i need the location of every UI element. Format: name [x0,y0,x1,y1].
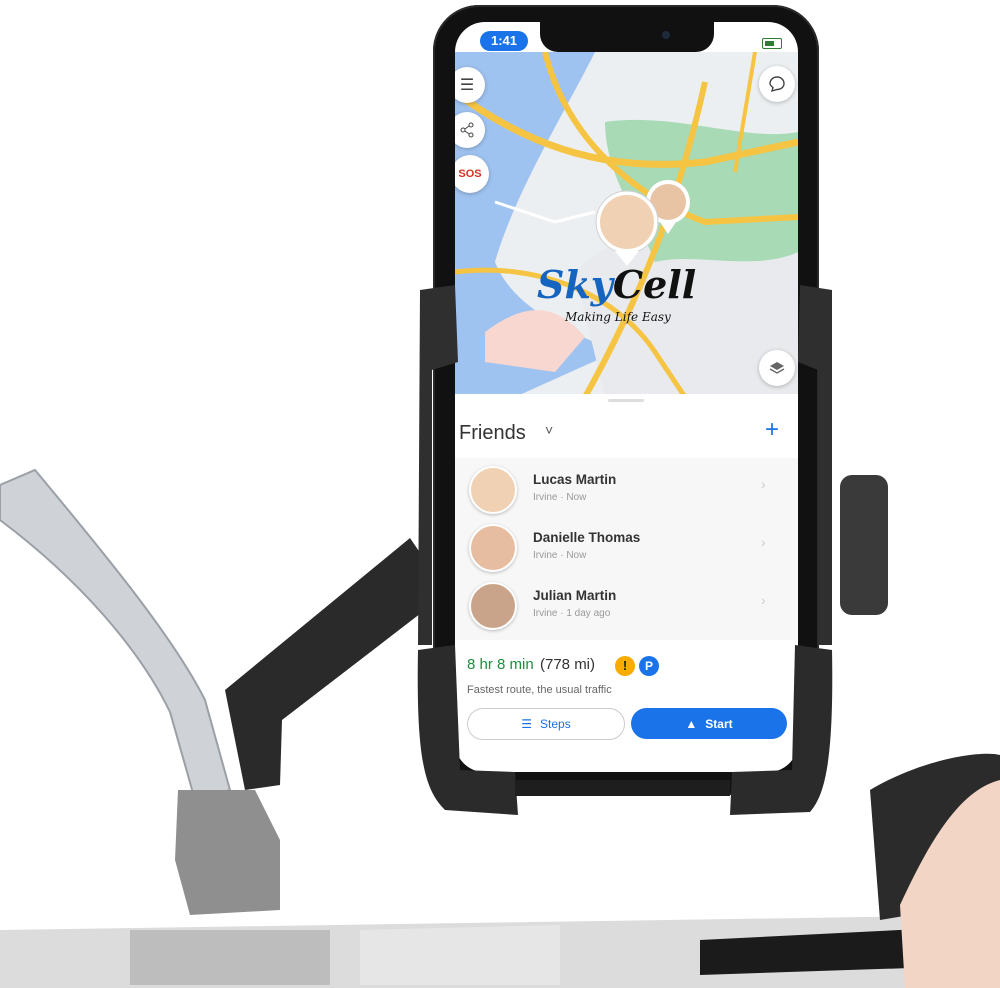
avatar [469,466,517,514]
avatar [469,582,517,630]
clamp-block [130,930,330,985]
friend-name: Danielle Thomas [533,530,641,545]
route-description: Fastest route, the usual traffic [467,684,612,696]
route-distance: (778 mi) [540,656,596,673]
share-icon [460,122,474,138]
layers-icon [769,362,785,374]
sos-label: SOS [458,168,482,180]
brand-tagline: Making Life Easy [565,310,671,324]
friend-detail: Irvine · Now [533,550,587,561]
mount-arm [225,538,425,790]
chevron-down-icon[interactable]: ˅ [545,422,553,438]
chevron-right-icon: › [761,592,766,608]
phone-screen: ☰ SOS SkyCell Making Life Easy Friends ˅… [455,22,798,772]
layers-button[interactable] [759,350,795,386]
steps-button[interactable]: ☰ Steps [467,708,625,740]
brand-logo: SkyCell [537,262,696,307]
mirror-stem [0,468,232,802]
avatar [469,524,517,572]
list-item[interactable]: Julian Martin Irvine · 1 day ago › [455,574,798,632]
camera-dot [662,31,670,39]
friends-list: Lucas Martin Irvine · Now › Danielle Tho… [455,458,798,642]
chat-button[interactable] [759,66,795,102]
chevron-right-icon: › [761,476,766,492]
phone-notch [540,22,714,52]
brand-logo-part1: Sky [537,262,613,307]
battery-icon [762,38,782,49]
route-eta: 8 hr 8 min [467,656,534,673]
steps-label: Steps [540,717,571,731]
brand-logo-part2: Cell [612,262,697,307]
menu-icon: ☰ [459,77,475,94]
list-item[interactable]: Danielle Thomas Irvine · Now › [455,516,798,574]
friend-name: Julian Martin [533,588,617,603]
add-friend-button[interactable]: + [765,416,779,444]
map-view[interactable] [455,52,798,397]
friends-title[interactable]: Friends [459,422,526,445]
status-time: 1:41 [480,31,528,51]
chevron-right-icon: › [761,534,766,550]
sheet-drag-handle[interactable] [608,399,644,402]
mirror-joint [175,790,280,915]
navigation-arrow-icon: ▲ [685,716,698,731]
chat-icon [769,76,785,93]
start-label: Start [705,716,733,731]
switch-housing [360,925,560,985]
friends-sheet: Friends ˅ + Lucas Martin Irvine · Now › … [455,394,798,772]
list-icon: ☰ [521,717,533,731]
friend-detail: Irvine · Now [533,492,587,503]
start-button[interactable]: ▲ Start [631,708,787,739]
route-summary: 8 hr 8 min (778 mi) ! P Fastest route, t… [455,640,798,772]
warning-icon[interactable]: ! [615,656,635,676]
list-item[interactable]: Lucas Martin Irvine · Now › [455,458,798,516]
friend-name: Lucas Martin [533,472,617,487]
friend-detail: Irvine · 1 day ago [533,608,611,619]
parking-icon[interactable]: P [639,656,659,676]
clamp-knob [840,475,888,615]
